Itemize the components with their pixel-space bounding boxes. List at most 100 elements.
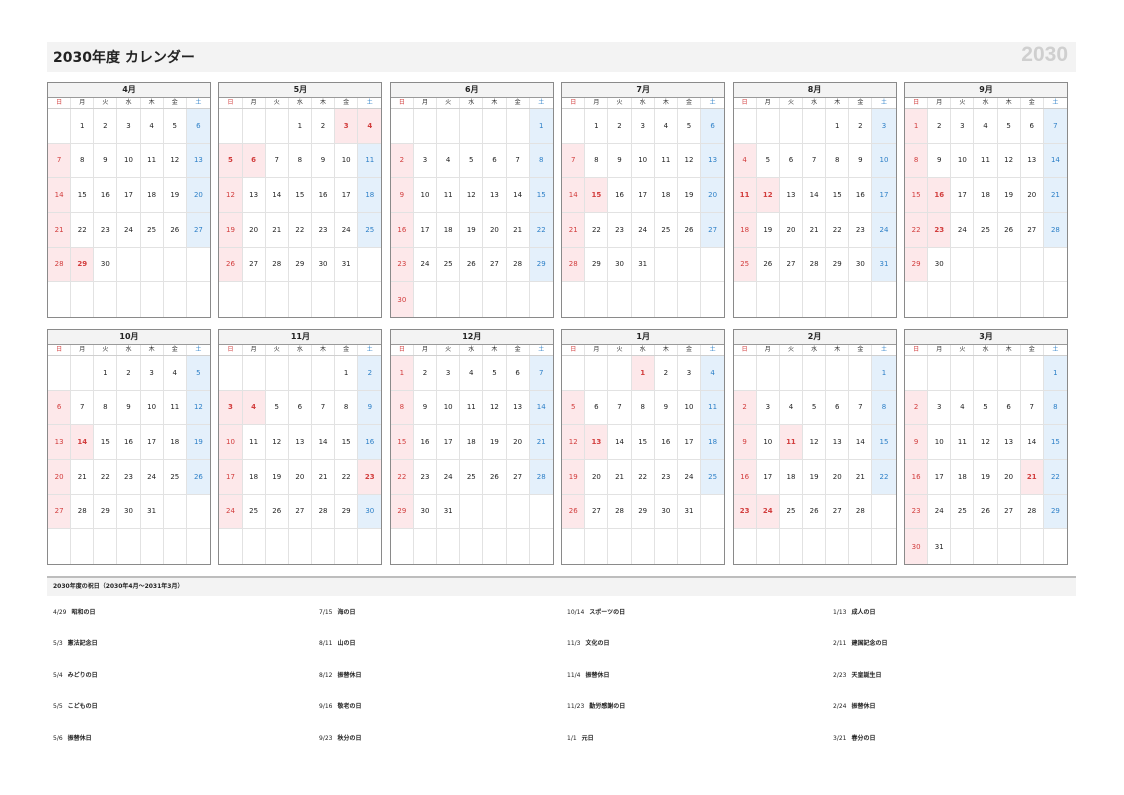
weekday-label: 日 <box>391 345 414 355</box>
day-cell: 28 <box>71 494 95 530</box>
day-cell: 26 <box>186 460 210 495</box>
day-cell: 20 <box>701 178 725 213</box>
weekday-label: 月 <box>585 98 609 108</box>
empty-day-cell <box>219 109 243 144</box>
weekday-label: 火 <box>437 345 461 355</box>
holiday-date: 4/29 <box>53 609 67 616</box>
empty-day-cell <box>117 247 141 283</box>
day-cell: 17 <box>140 425 164 460</box>
empty-day-cell <box>1020 247 1044 283</box>
day-cell: 11 <box>437 178 461 213</box>
day-cell: 11 <box>951 425 975 460</box>
day-cell: 8 <box>390 390 414 426</box>
empty-day-cell <box>872 495 896 530</box>
day-cell: 24 <box>951 213 975 248</box>
days-grid: 1 2 3 4 5 6 7 8 9 10 11 12 13 14 15 16 17 18 19 20 21 22 23 24 2… <box>562 356 725 564</box>
day-cell: 25 <box>974 213 998 248</box>
weekday-label: 金 <box>164 98 187 108</box>
empty-day-cell <box>529 495 553 530</box>
empty-day-cell <box>506 109 530 144</box>
day-cell: 24 <box>219 494 243 530</box>
weekday-label: 火 <box>608 98 632 108</box>
day-cell: 26 <box>265 494 289 530</box>
day-cell: 20 <box>1020 178 1044 213</box>
day-cell: 2 <box>928 109 952 144</box>
weekday-label: 日 <box>219 345 243 355</box>
empty-day-cell <box>562 109 586 144</box>
holidays-section-title: 2030年度の祝日（2030年4月～2031年3月） <box>47 576 1076 596</box>
day-cell: 17 <box>413 213 438 248</box>
day-cell: 10 <box>631 143 655 179</box>
day-cell: 27 <box>48 494 72 530</box>
days-grid: 1 2 3 4 5 6 7 8 9 10 11 12 13 14 15 16 17 18 19 20 21 22 23 24 2… <box>905 356 1067 564</box>
day-cell: 28 <box>506 247 530 283</box>
day-cell: 18 <box>437 213 461 248</box>
day-cell: 1 <box>335 356 359 391</box>
empty-day-cell <box>803 282 827 317</box>
day-cell: 16 <box>654 425 678 460</box>
weekday-label: 月 <box>757 345 780 355</box>
weekday-label: 土 <box>366 346 373 353</box>
day-cell: 30 <box>654 494 678 530</box>
day-cell: 3 <box>437 356 461 391</box>
day-cell: 19 <box>756 213 780 248</box>
day-cell: 11 <box>460 390 484 426</box>
day-cell: 31 <box>335 247 359 283</box>
day-cell: 10 <box>219 425 243 460</box>
empty-day-cell <box>437 529 461 564</box>
empty-day-cell <box>266 282 289 317</box>
day-cell: 10 <box>872 143 896 179</box>
day-cell: 24 <box>413 247 438 283</box>
day-cell: 9 <box>390 178 414 213</box>
weekday-header: 日月火水木金 土 <box>733 345 896 356</box>
day-cell: 28 <box>849 494 873 530</box>
day-cell: 16 <box>413 425 438 460</box>
day-cell: 18 <box>779 460 804 495</box>
empty-day-cell <box>779 356 804 391</box>
day-cell: 7 <box>265 143 289 179</box>
day-cell: 16 <box>94 178 118 213</box>
empty-day-cell <box>928 282 952 317</box>
holiday-date: 1/13 <box>833 609 847 616</box>
day-cell: 23 <box>94 213 118 248</box>
day-cell: 21 <box>608 460 632 495</box>
weekday-label: 土 <box>881 346 888 353</box>
day-cell: 6 <box>288 390 312 426</box>
day-cell: 31 <box>631 247 655 283</box>
empty-day-cell <box>803 356 827 391</box>
empty-day-cell <box>94 282 118 317</box>
day-cell: 23 <box>849 213 873 248</box>
day-cell: 10 <box>756 425 780 460</box>
day-cell: 12 <box>186 390 210 426</box>
day-cell: 18 <box>951 460 975 495</box>
weekday-label: 日 <box>562 345 586 355</box>
holiday-item: 11/3 文化の日 <box>567 638 610 647</box>
day-cell: 24 <box>677 460 702 495</box>
weekday-label: 木 <box>141 98 164 108</box>
day-cell: 7 <box>803 143 827 179</box>
day-cell: 12 <box>219 178 243 213</box>
day-cell: 15 <box>905 178 929 213</box>
day-cell: 13 <box>779 178 804 213</box>
month-calendar: 1月日月火水木金土 1 2 3 4 5 6 7 8 9 10 11 12 13 14 15 16 17 18 19 20… <box>561 329 726 565</box>
day-cell: 11 <box>163 390 187 426</box>
day-cell: 11 <box>701 390 725 426</box>
weekday-label: 土 <box>538 346 545 353</box>
empty-day-cell <box>48 356 72 391</box>
weekday-label: 火 <box>608 345 632 355</box>
empty-day-cell <box>849 356 873 391</box>
day-cell: 29 <box>390 494 414 530</box>
day-cell: 22 <box>529 213 553 248</box>
day-cell: 9 <box>733 425 757 460</box>
day-cell: 9 <box>654 390 678 426</box>
day-cell: 9 <box>358 390 382 426</box>
day-cell: 18 <box>140 178 164 213</box>
weekday-label: 金 <box>849 345 873 355</box>
day-cell: 15 <box>71 178 95 213</box>
empty-day-cell <box>117 282 141 317</box>
empty-day-cell <box>358 282 381 317</box>
empty-day-cell <box>163 494 187 530</box>
empty-day-cell <box>701 248 725 283</box>
day-cell: 1 <box>529 109 553 144</box>
empty-day-cell <box>186 495 210 530</box>
